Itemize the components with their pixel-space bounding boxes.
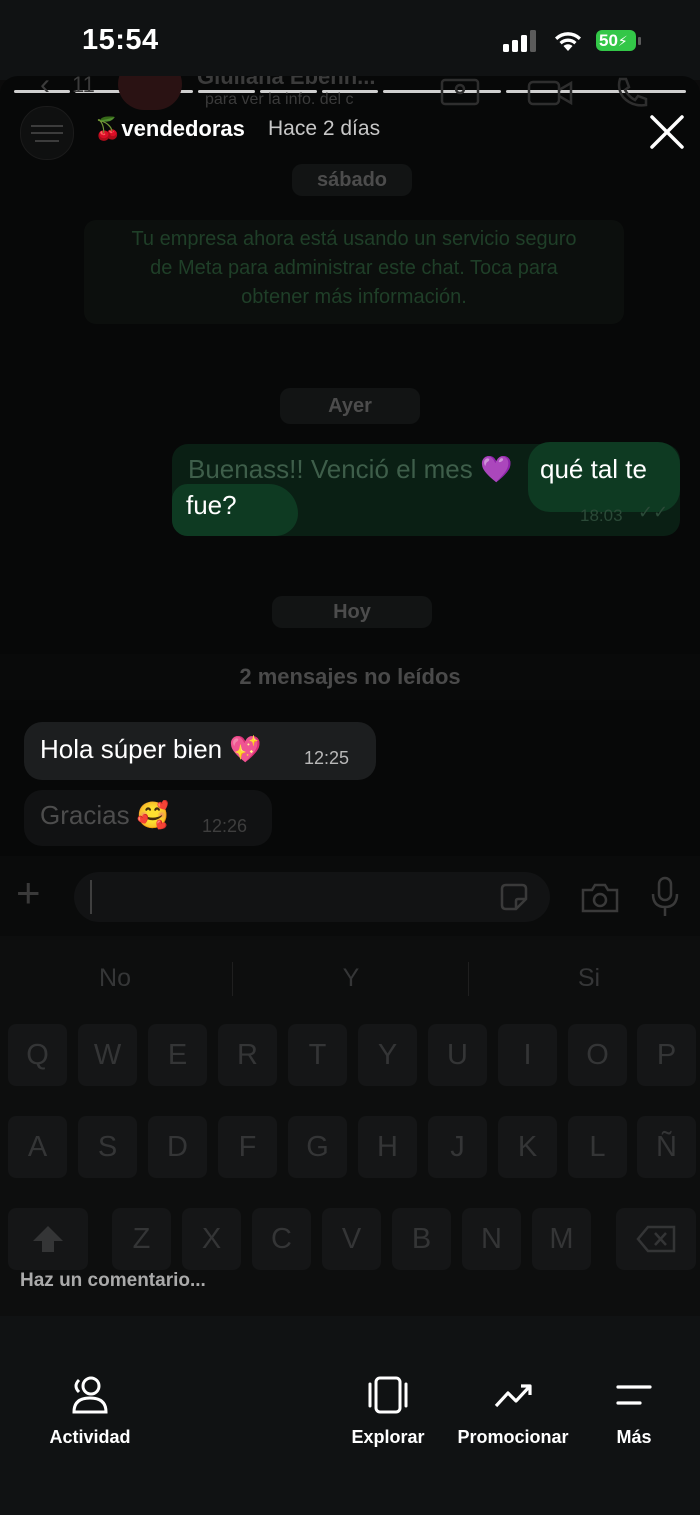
trending-up-icon <box>494 1384 532 1408</box>
key-h: H <box>358 1116 417 1178</box>
key-f: F <box>218 1116 277 1178</box>
key-a: A <box>8 1116 67 1178</box>
day-separator-today: Hoy <box>272 596 432 628</box>
unread-divider-label: 2 mensajes no leídos <box>239 664 461 689</box>
key-o: O <box>568 1024 627 1086</box>
battery-level: 50 <box>599 31 618 50</box>
incoming-message-time: 12:26 <box>202 816 248 836</box>
video-call-icon <box>527 80 573 106</box>
key-q: Q <box>8 1024 67 1086</box>
key-s: S <box>78 1116 137 1178</box>
suggestion-divider <box>468 962 469 996</box>
incoming-message-bubble: Gracias 🥰 12:26 <box>24 790 272 846</box>
nav-explore-label: Explorar <box>351 1427 425 1447</box>
incoming-message-bubble: Hola súper bien 💖 12:25 <box>24 722 376 780</box>
comment-placeholder: Haz un comentario... <box>20 1270 206 1291</box>
contact-name: Giuliana Ebenh... <box>197 76 376 89</box>
security-notice-line: obtener más información. <box>241 286 467 308</box>
suggestion-no: No <box>99 964 131 992</box>
outgoing-message-time: 18:03 <box>580 506 623 525</box>
key-j: J <box>428 1116 487 1178</box>
suggestion-divider <box>232 962 233 996</box>
attach-plus-icon: + <box>16 869 41 916</box>
suggestion-si: Si <box>577 964 601 992</box>
shift-arrow-icon <box>33 1226 63 1252</box>
contact-avatar <box>118 76 182 110</box>
comment-input[interactable]: Haz un comentario... <box>0 1260 700 1316</box>
wifi-icon <box>555 32 581 51</box>
key-t: T <box>288 1024 347 1086</box>
chat-text-field <box>74 872 550 922</box>
camera-icon <box>581 883 619 913</box>
cellular-signal-icon <box>503 0 543 80</box>
key-p: P <box>637 1024 696 1086</box>
outgoing-message-text: qué tal te <box>540 454 647 484</box>
contact-card-icon <box>440 78 480 106</box>
status-time: 15:54 <box>82 24 159 56</box>
account-name[interactable]: 🍒vendedoras <box>94 116 245 142</box>
incoming-message-text: Gracias 🥰 <box>40 800 170 830</box>
cherry-icon: 🍒 <box>94 116 122 141</box>
activity-people-icon <box>72 1376 108 1414</box>
nav-activity-label: Actividad <box>49 1427 131 1447</box>
key-n-tilde: Ñ <box>637 1116 696 1178</box>
key-r: R <box>218 1024 277 1086</box>
explore-cards-icon <box>368 1376 408 1414</box>
back-chevron-icon: ‹ <box>40 76 50 101</box>
day-separator-yesterday: Ayer <box>280 388 420 424</box>
keyboard: No Y Si Q W E R T Y U I O P A S D F G H … <box>0 936 700 1316</box>
incoming-message-text: Hola súper bien 💖 <box>40 734 262 764</box>
nav-more[interactable]: Más <box>596 1376 672 1448</box>
security-notice-line: de Meta para administrar este chat. Toca… <box>150 257 558 279</box>
nav-promote-label: Promocionar <box>457 1427 569 1447</box>
phone-call-icon <box>617 77 648 107</box>
key-g: G <box>288 1116 347 1178</box>
day-separator-saturday: sábado <box>292 164 412 196</box>
key-k: K <box>498 1116 557 1178</box>
nav-more-label: Más <box>616 1427 652 1447</box>
story-viewer[interactable]: ‹ 11 Giuliana Ebenh... para ver la info.… <box>0 76 700 1316</box>
outgoing-message-text-faded: Buenass!! Venció el mes 💜 <box>188 454 513 484</box>
outgoing-message-text: fue? <box>186 490 237 520</box>
backspace-icon <box>636 1225 676 1253</box>
nav-explore[interactable]: Explorar <box>340 1376 436 1448</box>
more-lines-icon <box>616 1385 652 1405</box>
key-i: I <box>498 1024 557 1086</box>
key-y: Y <box>358 1024 417 1086</box>
battery-cap <box>638 37 641 45</box>
read-receipt-icon: ✓✓ <box>638 502 669 522</box>
key-e: E <box>148 1024 207 1086</box>
key-u: U <box>428 1024 487 1086</box>
sticker-icon <box>500 883 528 911</box>
account-avatar[interactable] <box>20 106 74 160</box>
security-notice-line: Tu empresa ahora está usando un servicio… <box>131 228 577 250</box>
key-l: L <box>568 1116 627 1178</box>
contact-subtitle: para ver la info. del c <box>205 91 354 108</box>
key-d: D <box>148 1116 207 1178</box>
key-w: W <box>78 1024 137 1086</box>
microphone-icon <box>651 876 679 916</box>
story-posted-time: Hace 2 días <box>268 117 381 140</box>
close-icon[interactable] <box>649 114 685 150</box>
battery-indicator: 50⚡ <box>596 30 636 51</box>
back-count: 11 <box>72 76 95 97</box>
incoming-message-time: 12:25 <box>304 748 350 768</box>
nav-promote[interactable]: Promocionar <box>452 1376 574 1448</box>
security-notice: Tu empresa ahora está usando un servicio… <box>84 220 624 324</box>
nav-activity[interactable]: Actividad <box>40 1376 140 1448</box>
suggestion-y: Y <box>342 964 360 992</box>
